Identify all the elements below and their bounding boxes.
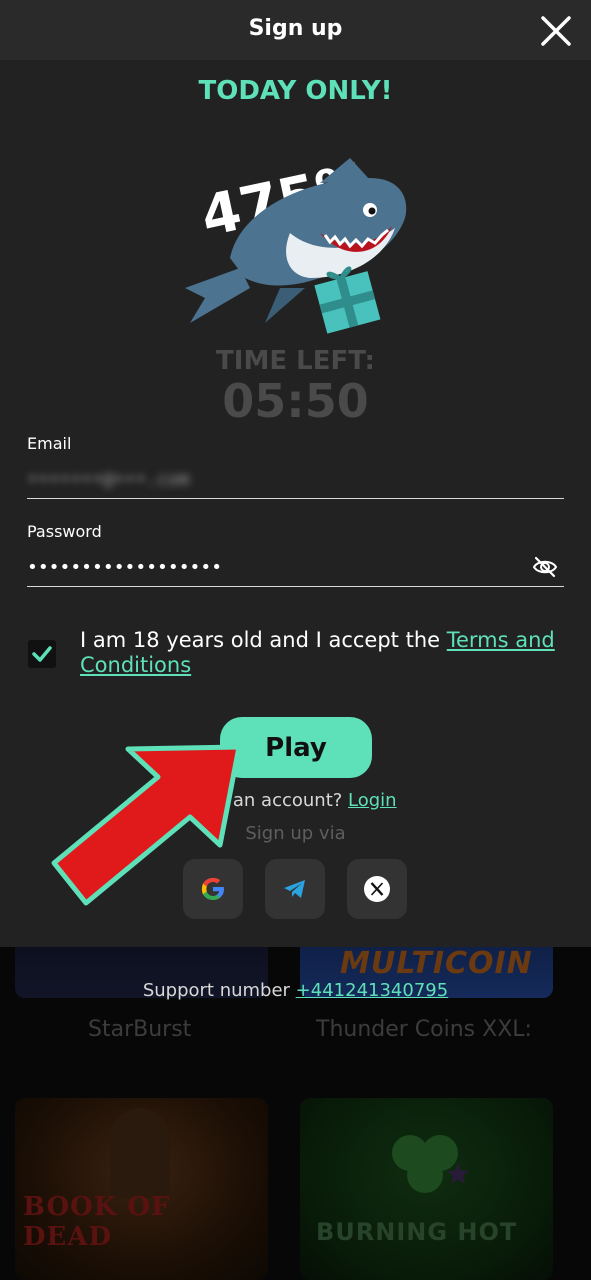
support-phone-link[interactable]: +441241340795: [296, 980, 449, 1001]
google-signup-button[interactable]: [183, 859, 243, 919]
eye-slash-icon[interactable]: [532, 554, 558, 580]
book-of-dead-logo: BOOK OF DEAD: [23, 1192, 171, 1252]
multicoin-logo: MULTICOIN: [340, 946, 533, 981]
telegram-signup-button[interactable]: [265, 859, 325, 919]
terms-text: I am 18 years old and I accept the: [80, 628, 447, 652]
x-signup-button[interactable]: [347, 859, 407, 919]
terms-label: I am 18 years old and I accept the Terms…: [80, 628, 570, 678]
telegram-icon: [284, 880, 305, 898]
game-tile-burning-hot[interactable]: BURNING HOT: [300, 1098, 553, 1280]
explorer-figure: [110, 1108, 170, 1198]
timer-value: 05:50: [222, 374, 369, 428]
shark-mascot-illustration: 475%: [185, 150, 407, 334]
game-name-thunder-coins[interactable]: Thunder Coins XXL:: [316, 1017, 532, 1042]
game-tile-book-of-dead[interactable]: BOOK OF DEAD: [15, 1098, 268, 1280]
email-input[interactable]: [27, 459, 507, 499]
game-name-starburst[interactable]: StarBurst: [88, 1017, 191, 1042]
email-label: Email: [27, 434, 72, 453]
clover-icon: [392, 1135, 469, 1193]
x-icon: [364, 876, 390, 902]
password-input[interactable]: [27, 547, 507, 587]
close-icon[interactable]: [539, 14, 573, 48]
burning-hot-logo: BURNING HOT: [316, 1218, 518, 1246]
email-field[interactable]: [27, 459, 564, 499]
login-line: ave an account? Login: [0, 790, 591, 811]
terms-checkbox[interactable]: [28, 640, 56, 668]
signup-screen: MULTICOIN StarBurst Thunder Coins XXL: B…: [0, 0, 591, 1280]
play-button[interactable]: Play: [220, 717, 372, 778]
signup-via-label: Sign up via: [245, 823, 346, 844]
timer-label: TIME LEFT:: [216, 346, 375, 376]
login-prompt: ave an account?: [194, 790, 349, 811]
login-link[interactable]: Login: [348, 790, 397, 811]
promo-title: TODAY ONLY!: [198, 76, 393, 106]
google-icon: [201, 877, 224, 900]
support-label: Support number: [142, 980, 296, 1001]
password-label: Password: [27, 522, 102, 541]
modal-header: Sign up: [0, 0, 591, 60]
support-number: Support number +441241340795: [0, 980, 591, 1001]
signup-modal: Sign up TODAY ONLY! 475%: [0, 0, 591, 947]
modal-title: Sign up: [248, 16, 343, 41]
password-field[interactable]: [27, 547, 564, 587]
